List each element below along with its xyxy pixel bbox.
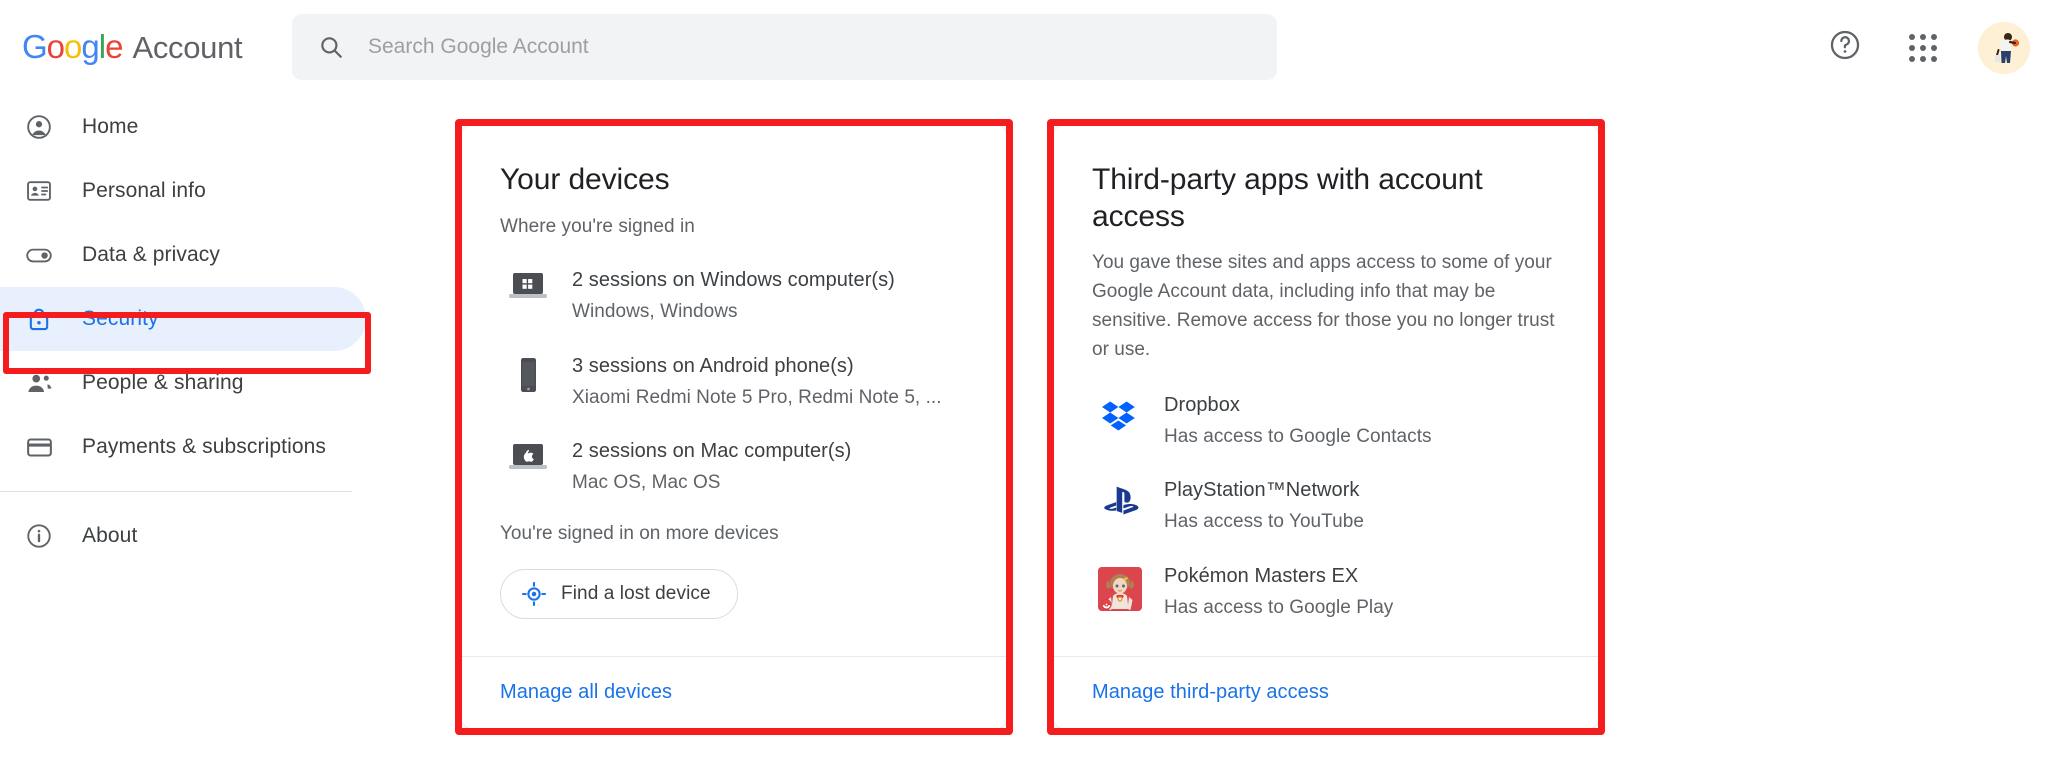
- app-name: PlayStation™Network: [1164, 476, 1364, 504]
- sidebar-item-payments-subscriptions[interactable]: Payments & subscriptions: [0, 415, 366, 479]
- sidebar-item-home[interactable]: Home: [0, 95, 366, 159]
- id-card-icon: [22, 177, 56, 205]
- google-apps-button[interactable]: [1900, 25, 1946, 71]
- find-lost-device-label: Find a lost device: [561, 583, 711, 605]
- sidebar-nav: Home Personal info: [0, 95, 380, 763]
- device-title: 3 sessions on Android phone(s): [572, 352, 942, 380]
- app-name: Dropbox: [1164, 391, 1432, 419]
- apps-card-body: Third-party apps with account access You…: [1054, 126, 1598, 621]
- google-logo: Google: [22, 28, 122, 66]
- search-icon: [318, 34, 344, 60]
- sidebar-item-label: Personal info: [82, 179, 206, 203]
- list-item-text: 3 sessions on Android phone(s) Xiaomi Re…: [572, 352, 942, 412]
- credit-card-icon: [22, 433, 56, 462]
- sidebar-item-people-sharing[interactable]: People & sharing: [0, 351, 366, 415]
- list-item[interactable]: Dropbox Has access to Google Contacts: [1092, 391, 1560, 451]
- list-item[interactable]: 2 sessions on Mac computer(s) Mac OS, Ma…: [500, 437, 968, 497]
- list-item[interactable]: 2 sessions on Windows computer(s) Window…: [500, 266, 968, 326]
- search-bar[interactable]: [292, 14, 1277, 80]
- apps-card-description: You gave these sites and apps access to …: [1092, 249, 1560, 365]
- app-access: Has access to YouTube: [1164, 508, 1364, 536]
- apps-grid-icon: [1909, 34, 1937, 62]
- dropbox-icon: [1092, 391, 1148, 437]
- header-actions: [1822, 0, 2030, 95]
- product-name: Account: [132, 30, 242, 66]
- list-item-text: PlayStation™Network Has access to YouTub…: [1164, 476, 1364, 536]
- find-device-icon: [521, 581, 547, 607]
- windows-laptop-icon: [500, 266, 556, 304]
- sidebar-item-label: Security: [82, 307, 159, 331]
- devices-card: Your devices Where you're signed in: [461, 125, 1007, 729]
- more-devices-text: You're signed in on more devices: [500, 523, 968, 545]
- google-account-security-page: Google Account: [0, 0, 2048, 763]
- apps-card-title: Third-party apps with account access: [1092, 162, 1560, 235]
- apps-card-footer: Manage third-party access: [1054, 656, 1598, 728]
- app-name: Pokémon Masters EX: [1164, 562, 1393, 590]
- account-circle-icon: [22, 113, 56, 141]
- device-list: 2 sessions on Windows computer(s) Window…: [500, 266, 968, 497]
- sidebar-item-about[interactable]: About: [0, 504, 366, 568]
- help-circle-icon: [1828, 28, 1862, 67]
- sidebar-item-label: Home: [82, 115, 138, 139]
- app-access: Has access to Google Contacts: [1164, 423, 1432, 451]
- pokemon-masters-icon: [1092, 562, 1148, 612]
- search-input[interactable]: [366, 34, 1166, 60]
- sidebar-item-label: Payments & subscriptions: [82, 435, 326, 459]
- third-party-apps-card: Third-party apps with account access You…: [1053, 125, 1599, 729]
- sidebar-item-data-privacy[interactable]: Data & privacy: [0, 223, 366, 287]
- list-item-text: Pokémon Masters EX Has access to Google …: [1164, 562, 1393, 622]
- sidebar-divider: [0, 491, 352, 492]
- device-subtitle: Xiaomi Redmi Note 5 Pro, Redmi Note 5, .…: [572, 384, 942, 412]
- devices-card-body: Your devices Where you're signed in: [462, 126, 1006, 619]
- list-item[interactable]: 3 sessions on Android phone(s) Xiaomi Re…: [500, 352, 968, 412]
- list-item[interactable]: PlayStation™Network Has access to YouTub…: [1092, 476, 1560, 536]
- list-item-text: 2 sessions on Windows computer(s) Window…: [572, 266, 895, 326]
- devices-card-subtitle: Where you're signed in: [500, 213, 968, 241]
- android-phone-icon: [500, 352, 556, 396]
- user-avatar: [1978, 22, 2030, 74]
- sidebar-item-label: About: [82, 524, 137, 548]
- info-circle-icon: [22, 522, 56, 550]
- device-subtitle: Mac OS, Mac OS: [572, 469, 851, 497]
- find-lost-device-button[interactable]: Find a lost device: [500, 569, 738, 619]
- sidebar-item-label: Data & privacy: [82, 243, 220, 267]
- list-item-text: 2 sessions on Mac computer(s) Mac OS, Ma…: [572, 437, 851, 497]
- toggle-switch-icon: [22, 240, 56, 270]
- manage-all-devices-link[interactable]: Manage all devices: [500, 681, 672, 704]
- apps-list: Dropbox Has access to Google Contacts: [1092, 391, 1560, 622]
- sidebar-item-personal-info[interactable]: Personal info: [0, 159, 366, 223]
- brand-logo[interactable]: Google Account: [22, 28, 242, 66]
- manage-third-party-access-link[interactable]: Manage third-party access: [1092, 681, 1329, 704]
- help-button[interactable]: [1822, 25, 1868, 71]
- list-item[interactable]: Pokémon Masters EX Has access to Google …: [1092, 562, 1560, 622]
- devices-card-footer: Manage all devices: [462, 656, 1006, 728]
- device-title: 2 sessions on Mac computer(s): [572, 437, 851, 465]
- list-item-text: Dropbox Has access to Google Contacts: [1164, 391, 1432, 451]
- people-icon: [22, 369, 56, 398]
- sidebar-item-security[interactable]: Security: [0, 287, 366, 351]
- mac-laptop-icon: [500, 437, 556, 475]
- avatar[interactable]: [1978, 22, 2030, 74]
- devices-card-title: Your devices: [500, 162, 968, 199]
- device-title: 2 sessions on Windows computer(s): [572, 266, 895, 294]
- playstation-icon: [1092, 476, 1148, 522]
- sidebar-item-label: People & sharing: [82, 371, 244, 395]
- app-header: Google Account: [0, 0, 2048, 95]
- lock-icon: [22, 305, 56, 333]
- app-access: Has access to Google Play: [1164, 594, 1393, 622]
- device-subtitle: Windows, Windows: [572, 298, 895, 326]
